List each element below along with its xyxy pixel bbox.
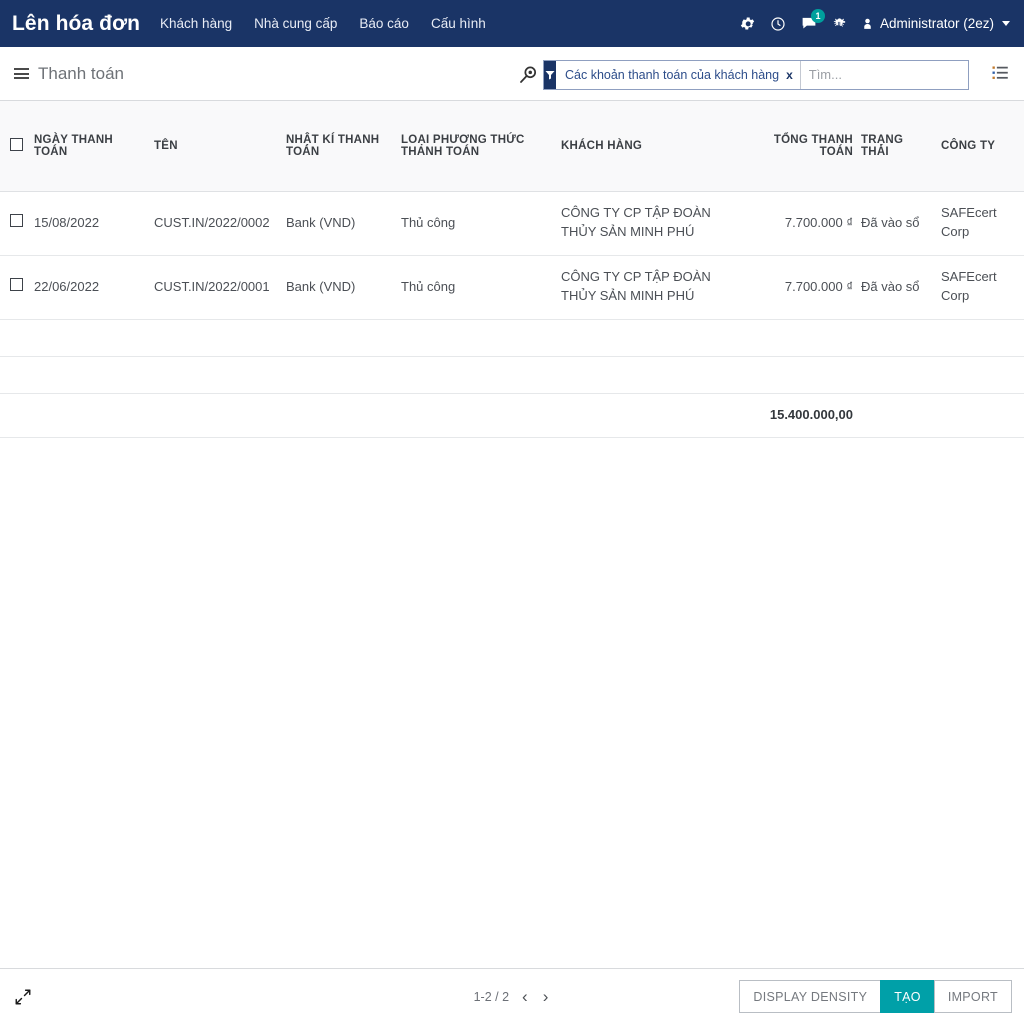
previous-page-icon[interactable]: ‹ bbox=[520, 988, 530, 1005]
pagination-range: 1-2 / 2 bbox=[474, 990, 509, 1004]
table-row[interactable]: 15/08/2022 CUST.IN/2022/0002 Bank (VND) … bbox=[0, 191, 1024, 255]
column-header-company[interactable]: CÔNG TY bbox=[941, 101, 1024, 191]
gear-icon[interactable] bbox=[739, 15, 756, 32]
table-body: 15/08/2022 CUST.IN/2022/0002 Bank (VND) … bbox=[0, 191, 1024, 437]
cell-date: 15/08/2022 bbox=[34, 191, 154, 255]
search-facet-label: Các khoản thanh toán của khách hàng bbox=[565, 68, 779, 82]
cell-company: SAFEcert Corp bbox=[941, 255, 1024, 319]
total-spacer-8 bbox=[941, 393, 1024, 437]
filter-icon[interactable] bbox=[544, 61, 556, 89]
column-header-amount[interactable]: TỔNG THANH TOÁN bbox=[756, 101, 861, 191]
column-header-name[interactable]: TÊN bbox=[154, 101, 286, 191]
total-spacer-4 bbox=[286, 393, 401, 437]
total-spacer-3 bbox=[154, 393, 286, 437]
search-box[interactable]: Các khoản thanh toán của khách hàng x bbox=[543, 60, 969, 90]
table-total-row: 15.400.000,00 bbox=[0, 393, 1024, 437]
total-spacer-5 bbox=[401, 393, 561, 437]
close-icon[interactable]: x bbox=[786, 69, 793, 81]
cell-customer: CÔNG TY CP TẬP ĐOÀN THỦY SẢN MINH PHÚ bbox=[561, 191, 756, 255]
display-density-button[interactable]: DISPLAY DENSITY bbox=[739, 980, 881, 1013]
search-input[interactable] bbox=[801, 61, 969, 89]
cell-date: 22/06/2022 bbox=[34, 255, 154, 319]
search-icon[interactable] bbox=[513, 60, 543, 90]
column-header-status[interactable]: TRẠNG THÁI bbox=[861, 101, 941, 191]
table-empty-row bbox=[0, 319, 1024, 356]
cell-method: Thủ công bbox=[401, 191, 561, 255]
page-title: Thanh toán bbox=[38, 64, 124, 84]
control-panel: Thanh toán Các khoản thanh toán của khác… bbox=[0, 47, 1024, 101]
user-name-label: Administrator (2ez) bbox=[880, 16, 994, 31]
empty-cell bbox=[0, 319, 1024, 356]
cell-customer: CÔNG TY CP TẬP ĐOÀN THỦY SẢN MINH PHÚ bbox=[561, 255, 756, 319]
table-header: NGÀY THANH TOÁN TÊN NHẬT KÍ THANH TOÁN L… bbox=[0, 101, 1024, 191]
table-empty-row bbox=[0, 356, 1024, 393]
expand-arrows-icon[interactable] bbox=[10, 984, 36, 1010]
cell-status: Đã vào sổ bbox=[861, 255, 941, 319]
next-page-icon[interactable]: › bbox=[541, 988, 551, 1005]
select-all-header bbox=[0, 101, 34, 191]
cell-journal: Bank (VND) bbox=[286, 191, 401, 255]
cell-amount: 7.700.000 ₫ bbox=[756, 191, 861, 255]
cell-amount: 7.700.000 ₫ bbox=[756, 255, 861, 319]
row-checkbox[interactable] bbox=[10, 278, 23, 291]
nav-item-cau-hinh[interactable]: Cấu hình bbox=[431, 16, 486, 31]
import-button[interactable]: IMPORT bbox=[934, 980, 1012, 1013]
cell-name: CUST.IN/2022/0001 bbox=[154, 255, 286, 319]
user-icon bbox=[861, 16, 874, 32]
bug-icon[interactable] bbox=[832, 16, 847, 32]
cell-method: Thủ công bbox=[401, 255, 561, 319]
main-menu: Khách hàng Nhà cung cấp Báo cáo Cấu hình bbox=[160, 16, 486, 31]
chat-bubble-icon[interactable]: 1 bbox=[800, 15, 818, 32]
top-navbar: Lên hóa đơn Khách hàng Nhà cung cấp Báo … bbox=[0, 0, 1024, 47]
column-header-method[interactable]: LOẠI PHƯƠNG THỨC THANH TOÁN bbox=[401, 101, 561, 191]
column-header-date[interactable]: NGÀY THANH TOÁN bbox=[34, 101, 154, 191]
app-brand[interactable]: Lên hóa đơn bbox=[12, 12, 140, 36]
total-amount-value: 15.400.000,00 bbox=[756, 393, 861, 437]
cell-company: SAFEcert Corp bbox=[941, 191, 1024, 255]
column-header-customer[interactable]: KHÁCH HÀNG bbox=[561, 101, 756, 191]
column-header-journal[interactable]: NHẬT KÍ THANH TOÁN bbox=[286, 101, 401, 191]
menu-toggle-icon[interactable] bbox=[14, 68, 29, 79]
select-all-checkbox[interactable] bbox=[10, 138, 23, 151]
nav-item-bao-cao[interactable]: Báo cáo bbox=[359, 16, 409, 31]
total-spacer-1 bbox=[0, 393, 34, 437]
total-spacer-2 bbox=[34, 393, 154, 437]
cell-journal: Bank (VND) bbox=[286, 255, 401, 319]
row-checkbox[interactable] bbox=[10, 214, 23, 227]
user-menu[interactable]: Administrator (2ez) bbox=[861, 16, 1010, 32]
cell-status: Đã vào sổ bbox=[861, 191, 941, 255]
clock-icon[interactable] bbox=[770, 16, 786, 32]
create-button[interactable]: TẠO bbox=[880, 980, 935, 1013]
navbar-right-tools: 1 Administrator (2ez) bbox=[739, 15, 1014, 32]
total-spacer-6 bbox=[561, 393, 756, 437]
payments-table: NGÀY THANH TOÁN TÊN NHẬT KÍ THANH TOÁN L… bbox=[0, 101, 1024, 438]
nav-item-nha-cung-cap[interactable]: Nhà cung cấp bbox=[254, 16, 337, 31]
row-select-cell bbox=[0, 191, 34, 255]
search-area: Các khoản thanh toán của khách hàng x bbox=[513, 57, 969, 92]
nav-item-khach-hang[interactable]: Khách hàng bbox=[160, 16, 232, 31]
table-row[interactable]: 22/06/2022 CUST.IN/2022/0001 Bank (VND) … bbox=[0, 255, 1024, 319]
empty-cell bbox=[0, 356, 1024, 393]
footer-bar: 1-2 / 2 ‹ › DISPLAY DENSITY TẠO IMPORT bbox=[0, 968, 1024, 1024]
search-facet-tag[interactable]: Các khoản thanh toán của khách hàng x bbox=[556, 61, 801, 89]
footer-action-buttons: DISPLAY DENSITY TẠO IMPORT bbox=[739, 980, 1012, 1013]
list-view-icon[interactable] bbox=[986, 59, 1014, 87]
total-spacer-7 bbox=[861, 393, 941, 437]
messages-badge: 1 bbox=[811, 9, 825, 23]
breadcrumb: Thanh toán bbox=[14, 64, 124, 84]
cell-name: CUST.IN/2022/0002 bbox=[154, 191, 286, 255]
chevron-down-icon bbox=[1002, 21, 1010, 26]
payments-table-container: NGÀY THANH TOÁN TÊN NHẬT KÍ THANH TOÁN L… bbox=[0, 101, 1024, 438]
row-select-cell bbox=[0, 255, 34, 319]
table-header-row: NGÀY THANH TOÁN TÊN NHẬT KÍ THANH TOÁN L… bbox=[0, 101, 1024, 191]
